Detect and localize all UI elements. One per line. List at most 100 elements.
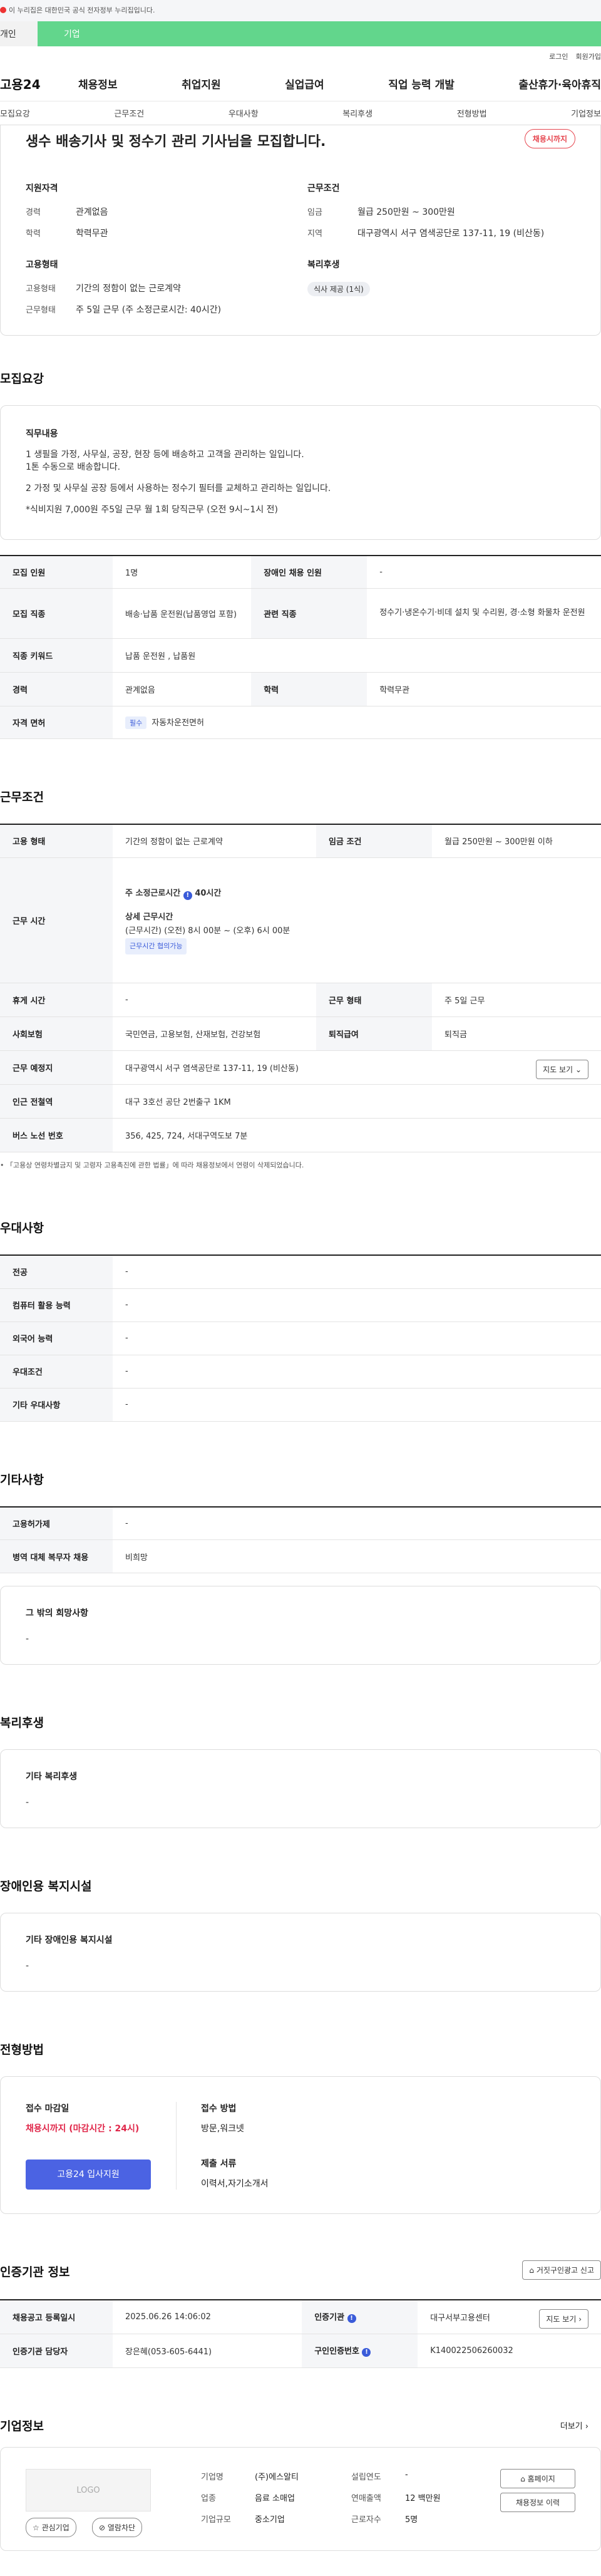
more-link[interactable]: 더보기 › [560,2419,588,2431]
org-label: 인증기관 ! [302,2300,418,2334]
gnb-item-leave[interactable]: 출산휴가·육아휴직 [518,76,601,91]
employment-heading: 고용형태 [26,260,58,270]
anchor-tab-preference[interactable]: 우대사항 [229,107,259,119]
house-icon: ⌂ [529,2266,535,2275]
age-footnote-text: 「고용상 연령차별금지 및 고령자 고용촉진에 관한 법률」에 따라 채용정보에… [6,1161,304,1169]
homepage-button[interactable]: ⌂ 홈페이지 [500,2468,575,2488]
name-label: 기업명 [201,2472,223,2482]
disabled-box: 기타 장애인용 복지시설 - [0,1913,601,1992]
other-wishes-value: - [26,1634,29,1644]
recruit-table: 모집 인원 1명 장애인 채용 인원 - 모집 직종 배송·납품 운전원(납품영… [0,555,601,739]
insurance-value: 국민연금, 고용보험, 산재보험, 건강보험 [113,1016,317,1051]
member-type-tabs: 개인 기업 [0,21,601,46]
support-value: 학력무관 [76,229,108,239]
founded-value: - [405,2470,408,2480]
related-job-label: 관련 직종 [251,588,367,639]
preference-table: 전공 - 컴퓨터 활용 능력 - 외국어 능력 - 우대조건 - 기타 우대사항 - [0,1254,601,1422]
employment-section: 고용형태 고용형태 기간의 정함이 없는 근로계약 근무형태 주 5일 근무 (주 … [26,258,295,324]
preference-label: 우대조건 [0,1355,113,1389]
info-icon[interactable]: ! [347,2314,356,2324]
education-value: 학력무관 [367,672,601,706]
apply-button[interactable]: 고용24 입사지원 [26,2160,151,2190]
manager-label: 인증기관 담당자 [0,2334,113,2368]
other-wishes-heading: 그 밖의 희망사항 [26,1608,88,1618]
cert-number-label-text: 구인인증번호 [314,2347,359,2356]
founded-label: 설립연도 [351,2472,381,2482]
selection-divider [176,2102,177,2190]
employment-label: 고용형태 [26,284,56,294]
etc-label: 병역 대체 복무자 채용 [0,1539,113,1573]
anchor-tab-conditions[interactable]: 근무조건 [114,107,144,119]
deadline-value: 채용시까지 (마감시간 : 24시) [26,2124,140,2134]
agency-table: 채용공고 등록일시 2025.06.26 14:06:02 인증기관 ! 대구서… [0,2299,601,2368]
support-section: 지원자격 경력 관계없음 학력 학력무관 [26,182,264,248]
work-table: 고용 형태 기간의 정함이 없는 근로계약 임금 조건 월급 250만원 ~ 3… [0,823,601,1152]
workplace-label: 근무 예정지 [0,1050,113,1085]
gnb-item-training[interactable]: 직업 능력 개발 [388,76,455,91]
anchor-tab-recruit[interactable]: 모집요강 [0,107,30,119]
welfare-chip: 식사 제공 (1식) [307,282,370,296]
gnb-item-unemployment[interactable]: 실업급여 [285,76,324,91]
conditions-heading: 근무조건 [307,184,340,194]
hours-main-label: 주 소정근로시간 [125,888,181,898]
preference-label: 외국어 능력 [0,1322,113,1355]
welfare-value: - [26,1798,29,1808]
selection-title: 전형방법 [0,2043,44,2057]
gnb-item-support[interactable]: 취업지원 [182,76,221,91]
tab-personal[interactable]: 개인 [0,21,38,46]
selection-box: 접수 마감일 채용시까지 (마감시간 : 24시) 고용24 입사지원 접수 방… [0,2076,601,2214]
insurance-label: 사회보험 [0,1016,113,1051]
job-label: 모집 직종 [0,588,113,639]
anchor-tab-welfare[interactable]: 복리후생 [342,107,372,119]
anchor-tabs: 모집요강 근무조건 우대사항 복리후생 전형방법 기업정보 [0,101,601,125]
duty-line: *식비지원 7,000원 주5일 근무 월 1회 당직근무 (오전 9시~1시 … [26,505,279,515]
job-title: 생수 배송기사 및 정수기 관리 기사님을 모집합니다. [26,134,326,150]
site-logo[interactable]: 고용24 [0,75,78,93]
block-label: 열람차단 [107,2523,136,2532]
gnb-item-jobs[interactable]: 채용정보 [78,76,118,91]
homepage-label: 홈페이지 [527,2474,555,2483]
anchor-tab-company[interactable]: 기업정보 [571,107,601,119]
reg-date-label: 채용공고 등록일시 [0,2300,113,2334]
gov-banner: 이 누리집은 대한민국 공식 전자정부 누리집입니다. [0,0,601,21]
login-link[interactable]: 로그인 [549,51,568,61]
global-nav: 고용24 채용정보 취업지원 실업급여 직업 능력 개발 출산휴가·육아휴직 [0,66,601,101]
employees-value: 5명 [405,2515,418,2525]
cert-number-label: 구인인증번호 ! [302,2334,418,2368]
preference-value: - [113,1355,601,1389]
workplace-value: 대구광역시 서구 염색공단로 137-11, 19 (비산동) [125,1064,299,1073]
required-tag: 필수 [125,716,147,729]
rest-value: - [113,983,317,1017]
info-icon[interactable]: ! [362,2348,371,2357]
welfare-title: 복리후생 [0,1716,44,1730]
deadline-heading: 접수 마감일 [26,2104,69,2114]
history-button[interactable]: 채용정보 이력 [500,2492,575,2512]
keyword-value: 납품 운전원 , 납품원 [113,638,601,673]
status-badge: 채용시까지 [524,129,575,148]
tab-company[interactable]: 기업 [38,21,601,46]
rest-label: 휴게 시간 [0,983,113,1017]
conditions-section: 근무조건 임금 월급 250만원 ~ 300만원 지역 대구광역시 서구 염색공단로… [307,182,577,248]
anchor-tab-selection[interactable]: 전형방법 [457,107,487,119]
map-button-label: 지도 보기 [543,1065,573,1074]
hours-detail: (근무시간) (오전) 8시 00분 ~ (오후) 6시 00분 [125,926,290,936]
wage-label: 임금 조건 [316,824,433,858]
map-button[interactable]: 지도 보기 ⌄ [536,1060,588,1079]
employment-value: 기간의 정함이 없는 근로계약 [76,284,181,294]
interest-button[interactable]: ☆ 관심기업 [26,2517,76,2537]
disabled-heading: 기타 장애인용 복지시설 [26,1935,113,1945]
agency-title: 인증기관 정보 [0,2265,70,2279]
conditions-value: 월급 250만원 ~ 300만원 [357,207,455,217]
report-button[interactable]: ⌂ 거짓구인광고 신고 [522,2260,601,2280]
block-icon: ⊘ [99,2523,106,2532]
manager-value: 장은혜(053-605-6441) [113,2334,302,2368]
welfare-heading: 기타 복리후생 [26,1772,78,1782]
block-button[interactable]: ⊘ 열람차단 [92,2517,143,2537]
employment-type-value: 기간의 정함이 없는 근로계약 [113,824,317,858]
preference-value: - [113,1322,601,1355]
star-icon: ☆ [33,2523,39,2532]
signup-link[interactable]: 회원가입 [576,51,601,61]
company-logo: LOGO [26,2468,151,2511]
agency-map-button[interactable]: 지도 보기 › [539,2309,588,2329]
industry-label: 업종 [201,2493,216,2503]
